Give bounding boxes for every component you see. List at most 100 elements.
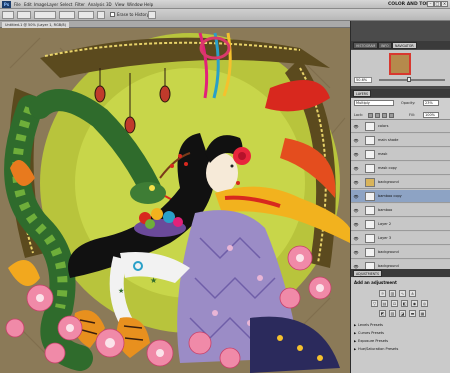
tab-histogram[interactable]: HISTOGRAM [353,42,379,49]
layer-thumbnail[interactable] [365,234,375,243]
menu-filter[interactable]: Filter [75,1,85,8]
menu-window[interactable]: Window [127,1,143,8]
layer-row[interactable]: 👁 background [351,176,450,189]
visibility-eye-icon[interactable]: 👁 [353,138,359,143]
layer-row[interactable]: 👁 bamboo [351,204,450,217]
maximize-icon[interactable]: □ [434,1,441,7]
layer-thumbnail[interactable] [365,220,375,229]
navigator-thumbnail[interactable] [389,53,411,75]
preset-row[interactable]: ▶ Exposure Presets [354,338,448,344]
lock-pixels-icon[interactable] [375,113,380,118]
layer-name[interactable]: Layer 2 [378,222,391,227]
menu-edit[interactable]: Edit [24,1,32,8]
navigator-zoom-field[interactable]: 50.6% [354,77,372,83]
layer-thumbnail[interactable] [365,192,375,201]
visibility-eye-icon[interactable]: 👁 [353,180,359,185]
exposure-icon[interactable]: ± [409,290,416,297]
photo-filter-icon[interactable]: ◉ [411,300,418,307]
preset-row[interactable]: ▶ Levels Presets [354,322,448,328]
layer-thumbnail[interactable] [365,248,375,257]
layer-thumbnail[interactable] [365,164,375,173]
visibility-eye-icon[interactable]: 👁 [353,166,359,171]
hue-saturation-icon[interactable]: ▤ [381,300,388,307]
layer-name[interactable]: mask copy [378,166,397,171]
vibrance-icon[interactable]: ▽ [371,300,378,307]
layer-name[interactable]: Layer 3 [378,236,391,241]
gradient-map-icon[interactable]: ▬ [409,310,416,317]
visibility-eye-icon[interactable]: 👁 [353,250,359,255]
brush-picker[interactable] [17,11,31,19]
layer-row[interactable]: 👁 background [351,246,450,259]
navigator-zoom-knob[interactable] [407,77,411,82]
tab-adjustments[interactable]: ADJUSTMENTS [353,270,382,277]
layer-row[interactable]: 👁 colors [351,120,450,133]
layer-row[interactable]: 👁 mask [351,148,450,161]
opacity-field[interactable]: 23% [423,100,439,106]
visibility-eye-icon[interactable]: 👁 [353,236,359,241]
artwork-canvas[interactable]: ★ ★ [0,28,350,373]
invert-icon[interactable]: ◩ [379,310,386,317]
curves-icon[interactable]: ∿ [399,290,406,297]
menu-3d[interactable]: 3D [106,1,112,8]
layer-name[interactable]: bamboo copy [378,194,402,199]
layer-name[interactable]: bamboo [378,208,392,213]
layer-name[interactable]: background [378,250,399,255]
menu-layer[interactable]: Layer [47,1,58,8]
lock-all-icon[interactable] [389,113,394,118]
layer-name[interactable]: colors [378,124,388,129]
airbrush-toggle[interactable] [97,11,105,19]
menu-view[interactable]: View [115,1,125,8]
layer-row[interactable]: 👁 Layer 3 [351,232,450,245]
selective-color-icon[interactable]: ▦ [419,310,426,317]
opacity-field[interactable] [59,11,75,19]
visibility-eye-icon[interactable]: 👁 [353,222,359,227]
visibility-eye-icon[interactable]: 👁 [353,194,359,199]
folder-icon[interactable] [365,178,375,187]
channel-mixer-icon[interactable]: ◎ [421,300,428,307]
layer-row[interactable]: 👁 mask copy [351,162,450,175]
menu-select[interactable]: Select [60,1,72,8]
layer-row[interactable]: 👁 main shade [351,134,450,147]
layer-name[interactable]: main shade [378,138,398,143]
preset-row[interactable]: ▶ Curves Presets [354,330,448,336]
tab-layers[interactable]: LAYERS [353,90,371,97]
visibility-eye-icon[interactable]: 👁 [353,152,359,157]
tab-navigator[interactable]: NAVIGATOR [392,42,417,49]
layer-thumbnail[interactable] [365,122,375,131]
menu-file[interactable]: File [14,1,21,8]
tablet-pressure-toggle[interactable] [148,11,156,19]
layer-name[interactable]: mask [378,152,387,157]
layer-thumbnail[interactable] [365,150,375,159]
levels-icon[interactable]: ▥ [389,290,396,297]
threshold-icon[interactable]: ◪ [399,310,406,317]
flow-field[interactable] [78,11,94,19]
lock-position-icon[interactable] [382,113,387,118]
layer-row[interactable]: 👁 bamboo copy [351,190,450,203]
menu-analysis[interactable]: Analysis [88,1,104,8]
layer-name[interactable]: background [378,180,399,185]
layer-row[interactable]: 👁 Layer 2 [351,218,450,231]
visibility-eye-icon[interactable]: 👁 [353,208,359,213]
blend-mode-select[interactable]: Multiply [354,100,394,106]
minimize-icon[interactable]: – [427,1,434,7]
menu-help[interactable]: Help [144,1,153,8]
preset-row[interactable]: ▶ Hue/Saturation Presets [354,346,448,352]
black-white-icon[interactable]: ◧ [401,300,408,307]
tab-info[interactable]: INFO [378,42,392,49]
fill-field[interactable]: 100% [423,112,439,118]
navigator-zoom-slider[interactable] [379,79,445,81]
close-icon[interactable]: × [441,1,448,7]
posterize-icon[interactable]: ▨ [389,310,396,317]
mode-select[interactable] [34,11,56,19]
visibility-eye-icon[interactable]: 👁 [353,124,359,129]
layer-thumbnail[interactable] [365,136,375,145]
erase-to-history-checkbox[interactable] [110,12,115,17]
layer-thumbnail[interactable] [365,206,375,215]
tool-preset-picker[interactable] [2,11,14,19]
lock-transparency-icon[interactable] [368,113,373,118]
adjustments-panel: Add an adjustment ☼ ▥ ∿ ± ▽ ▤ ⚖ ◧ ◉ ◎ ◩ … [351,278,450,373]
brightness-contrast-icon[interactable]: ☼ [379,290,386,297]
color-balance-icon[interactable]: ⚖ [391,300,398,307]
adjustments-title: Add an adjustment [354,280,397,285]
menu-image[interactable]: Image [34,1,47,8]
